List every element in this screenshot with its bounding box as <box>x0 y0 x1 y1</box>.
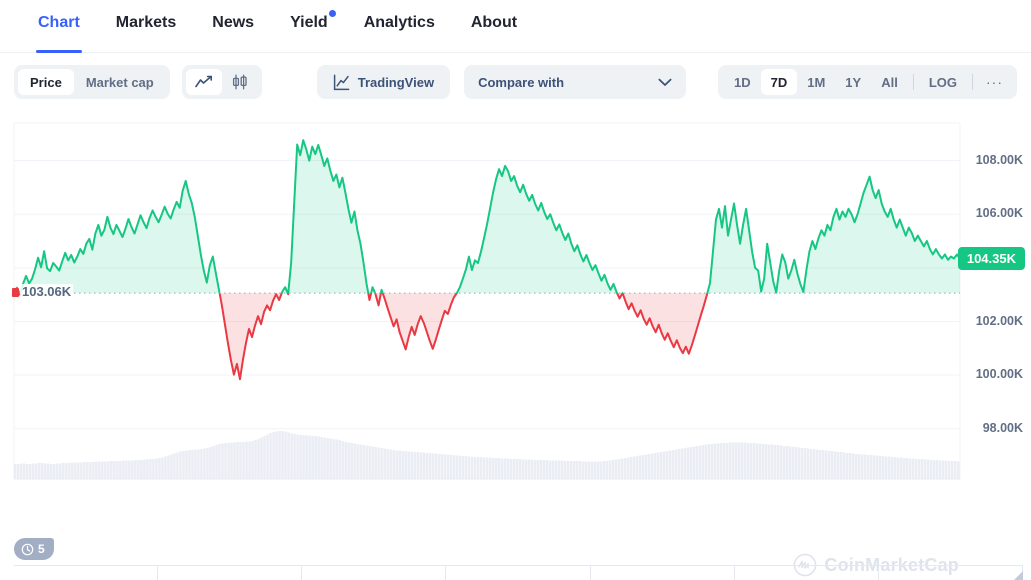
metric-marketcap-button[interactable]: Market cap <box>74 69 166 95</box>
compare-with-dropdown[interactable]: Compare with <box>464 65 687 99</box>
metric-price-label: Price <box>30 74 62 90</box>
brush-cell[interactable] <box>879 566 1023 580</box>
metric-price-button[interactable]: Price <box>18 69 74 95</box>
tab-yield[interactable]: Yield <box>272 0 346 53</box>
tab-chart[interactable]: Chart <box>20 0 98 53</box>
brush-cell[interactable] <box>158 566 303 580</box>
range-divider-1 <box>912 74 914 90</box>
history-clock-icon <box>21 543 34 555</box>
y-axis-tick-label: 102.00K <box>975 313 1023 328</box>
chart-toolbar: Price Market cap TradingView Compare wit… <box>0 53 1031 111</box>
range-7d-label: 7D <box>770 74 788 90</box>
tab-chart-label: Chart <box>38 14 80 31</box>
new-badge-dot-icon <box>328 10 336 17</box>
baseline-marker-icon <box>12 288 19 298</box>
compare-with-label: Compare with <box>478 74 565 90</box>
metric-marketcap-label: Market cap <box>85 74 154 90</box>
range-divider-2 <box>972 74 973 90</box>
tab-markets[interactable]: Markets <box>98 0 194 53</box>
range-brush-strip[interactable] <box>14 565 1023 580</box>
y-axis-tick-label: 106.00K <box>975 206 1023 221</box>
brush-cell[interactable] <box>14 566 159 580</box>
brush-resize-handle[interactable] <box>1014 571 1023 580</box>
line-chart-icon <box>194 75 212 88</box>
y-axis-tick-label: 108.00K <box>975 152 1023 167</box>
metric-toggle-group: Price Market cap <box>14 65 170 99</box>
tab-analytics[interactable]: Analytics <box>346 0 453 53</box>
y-axis-tick-label: 98.00K <box>982 420 1023 435</box>
time-range-group: 1D 7D 1M 1Y All LOG ··· <box>717 65 1017 99</box>
tab-about-label: About <box>470 14 518 31</box>
range-1d-button[interactable]: 1D <box>724 69 761 95</box>
tradingview-icon <box>333 73 350 90</box>
price-chart-canvas[interactable] <box>0 111 1031 521</box>
tab-about[interactable]: About <box>453 0 535 53</box>
range-all-button[interactable]: All <box>871 69 908 95</box>
brush-cell[interactable] <box>591 566 735 580</box>
price-chart[interactable]: 103.06K 104.35K 108.00K 106.00K 102.00K 100… <box>0 111 1031 577</box>
tab-yield-label: Yield <box>290 14 328 31</box>
history-count-label: 5 <box>38 542 45 556</box>
tradingview-button[interactable]: TradingView <box>316 65 451 99</box>
more-options-button[interactable]: ··· <box>978 74 1011 90</box>
range-1y-label: 1Y <box>845 74 862 90</box>
range-1m-button[interactable]: 1M <box>797 69 835 95</box>
tradingview-label: TradingView <box>357 74 435 90</box>
log-scale-button[interactable]: LOG <box>919 69 967 95</box>
coin-detail-tabs: Chart Markets News Yield Analytics About <box>0 0 1031 53</box>
tab-analytics-label: Analytics <box>363 14 435 31</box>
candlestick-chart-button[interactable] <box>222 69 258 95</box>
brush-cell[interactable] <box>446 566 591 580</box>
range-all-label: All <box>881 74 898 90</box>
y-axis-tick-label: 100.00K <box>975 367 1023 382</box>
current-price-badge: 104.35K <box>957 247 1025 271</box>
brush-cell[interactable] <box>735 566 879 580</box>
coin-chart-page: Chart Markets News Yield Analytics About… <box>0 0 1031 580</box>
range-1d-label: 1D <box>733 74 751 90</box>
baseline-price-label: 103.06K <box>20 284 74 300</box>
more-options-label: ··· <box>986 74 1003 90</box>
tab-news-label: News <box>212 14 255 31</box>
tab-markets-label: Markets <box>115 14 177 31</box>
line-chart-button[interactable] <box>185 69 222 95</box>
range-1y-button[interactable]: 1Y <box>835 69 871 95</box>
chevron-down-icon <box>658 78 672 86</box>
brush-cell[interactable] <box>302 566 447 580</box>
log-scale-label: LOG <box>928 74 957 90</box>
chart-type-group <box>181 65 262 99</box>
history-count-badge[interactable]: 5 <box>14 538 54 560</box>
candlestick-chart-icon <box>232 74 247 90</box>
tab-news[interactable]: News <box>194 0 272 53</box>
range-7d-button[interactable]: 7D <box>760 69 798 95</box>
range-1m-label: 1M <box>807 74 826 90</box>
